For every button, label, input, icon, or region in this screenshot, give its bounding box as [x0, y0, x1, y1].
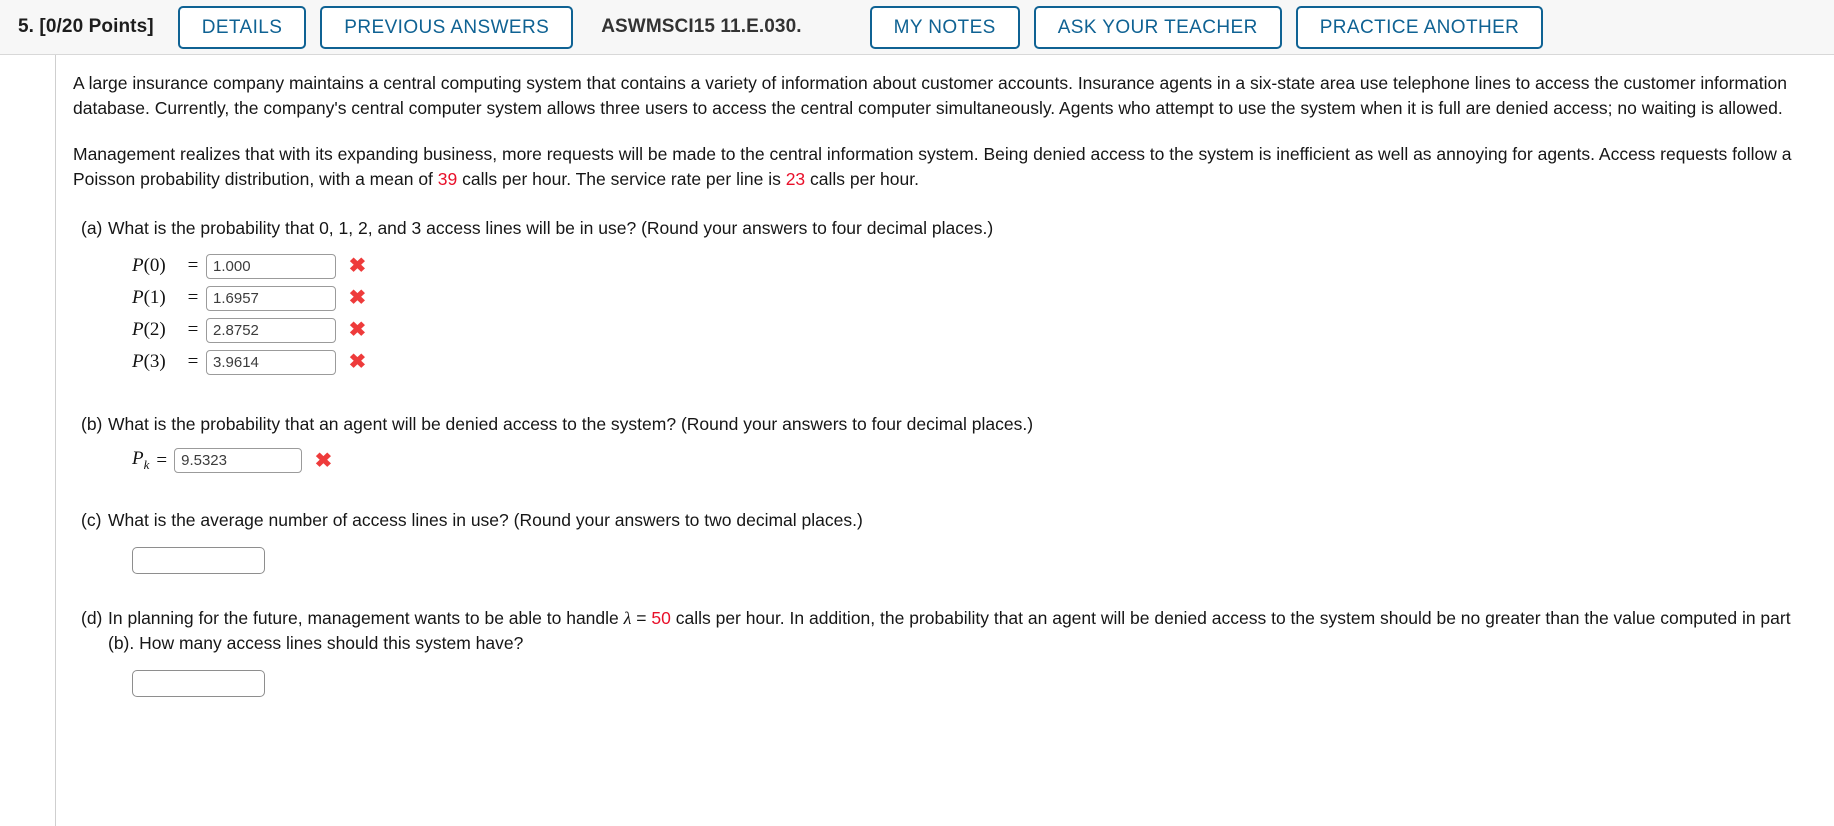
my-notes-button[interactable]: MY NOTES	[869, 5, 1020, 49]
part-d-answer-row	[108, 670, 1804, 697]
part-d-equals: =	[631, 608, 652, 628]
p3-label: P(3)	[132, 351, 180, 373]
points-label: 5. [0/20 Points]	[18, 16, 154, 37]
service-rate-value: 23	[785, 169, 806, 189]
part-c-letter: (c)	[81, 510, 102, 530]
p2-label-arg: (2)	[143, 319, 166, 340]
problem-paragraph-2-text-a: Management realizes that with its expand…	[73, 144, 1792, 189]
part-d-question: In planning for the future, management w…	[108, 606, 1804, 656]
p3-incorrect-icon: ✖	[348, 351, 367, 373]
details-button[interactable]: DETAILS	[177, 5, 307, 49]
question-content: A large insurance company maintains a ce…	[56, 55, 1834, 826]
mean-value: 39	[437, 169, 458, 189]
part-b-letter: (b)	[81, 414, 103, 434]
p1-label-arg: (1)	[143, 287, 166, 308]
p0-input[interactable]	[206, 253, 336, 279]
p0-incorrect-icon: ✖	[348, 255, 367, 277]
part-b-answer-row: Pk = ✖	[108, 448, 1804, 473]
left-gutter	[0, 55, 55, 826]
p2-input[interactable]	[206, 317, 336, 343]
pk-input[interactable]	[174, 448, 303, 473]
p1-input[interactable]	[206, 285, 336, 311]
part-a-question: What is the probability that 0, 1, 2, an…	[108, 218, 994, 238]
p1-incorrect-icon: ✖	[348, 287, 367, 309]
part-a-letter: (a)	[81, 218, 103, 238]
practice-another-button[interactable]: PRACTICE ANOTHER	[1295, 5, 1544, 49]
part-b-question: What is the probability that an agent wi…	[108, 414, 1034, 434]
pk-label: Pk	[132, 448, 149, 473]
part-d-letter: (d)	[81, 608, 103, 628]
pk-label-p: P	[132, 448, 144, 470]
answer-row-p2: P(2) = ✖	[132, 314, 1804, 346]
question-header-bar: 5. [0/20 Points] DETAILS PREVIOUS ANSWER…	[0, 0, 1834, 55]
p2-incorrect-icon: ✖	[348, 319, 367, 341]
p3-input[interactable]	[206, 349, 336, 375]
part-c-answer-row	[108, 547, 1804, 574]
part-c: (c) What is the average number of access…	[73, 508, 1804, 574]
p3-label-p: P	[132, 351, 144, 372]
answer-row-p1: P(1) = ✖	[132, 282, 1804, 314]
p3-label-arg: (3)	[143, 351, 166, 372]
pk-equals: =	[156, 449, 168, 471]
p0-equals: =	[187, 255, 199, 276]
problem-paragraph-2: Management realizes that with its expand…	[73, 142, 1804, 192]
part-d: (d) In planning for the future, manageme…	[73, 606, 1804, 697]
lambda-value: 50	[651, 608, 671, 628]
problem-paragraph-2-text-b: calls per hour. The service rate per lin…	[457, 169, 786, 189]
pk-incorrect-icon: ✖	[314, 449, 333, 472]
answer-row-p3: P(3) = ✖	[132, 346, 1804, 378]
problem-paragraph-2-text-c: calls per hour.	[805, 169, 919, 189]
p3-equals: =	[187, 351, 199, 372]
p1-equals: =	[187, 287, 199, 308]
part-d-input[interactable]	[132, 670, 265, 697]
p2-label: P(2)	[132, 319, 180, 341]
question-content-wrapper: A large insurance company maintains a ce…	[0, 55, 1834, 826]
p2-label-p: P	[132, 319, 144, 340]
pk-label-subscript: k	[143, 456, 150, 472]
part-c-question: What is the average number of access lin…	[108, 510, 863, 530]
p0-label-p: P	[132, 255, 144, 276]
p0-label: P(0)	[132, 255, 180, 277]
problem-paragraph-1: A large insurance company maintains a ce…	[73, 73, 1787, 118]
part-c-input[interactable]	[132, 547, 265, 574]
ask-your-teacher-button[interactable]: ASK YOUR TEACHER	[1033, 5, 1282, 49]
p1-label-p: P	[132, 287, 144, 308]
p1-label: P(1)	[132, 287, 180, 309]
answer-row-p0: P(0) = ✖	[132, 250, 1804, 282]
part-b: (b) What is the probability that an agen…	[73, 412, 1804, 473]
part-d-question-text-a: In planning for the future, management w…	[108, 608, 624, 628]
part-a: (a) What is the probability that 0, 1, 2…	[73, 216, 1804, 378]
p0-label-arg: (0)	[143, 255, 166, 276]
previous-answers-button[interactable]: PREVIOUS ANSWERS	[320, 5, 574, 49]
question-id-label: ASWMSCI15 11.E.030.	[601, 16, 802, 37]
p2-equals: =	[187, 319, 199, 340]
part-a-answer-rows: P(0) = ✖ P(1) = ✖ P(2) =	[108, 250, 1804, 378]
